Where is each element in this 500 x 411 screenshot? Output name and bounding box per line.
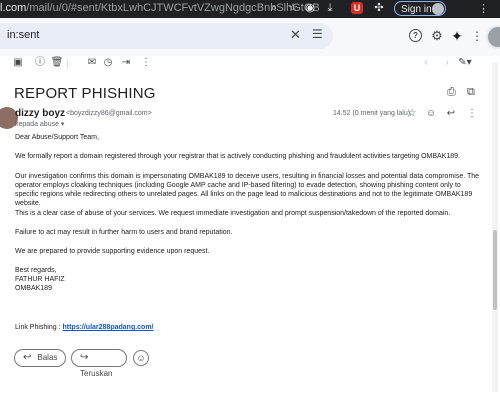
message-toolbar [0, 56, 488, 72]
search-input[interactable]: in:sent [7, 29, 39, 41]
newer-icon[interactable]: ‹ [419, 56, 433, 70]
reply-icon[interactable]: ↩ [445, 108, 457, 120]
toolbar-divider [67, 59, 68, 69]
extension-icon[interactable]: U [351, 2, 363, 14]
delete-icon[interactable]: 🗑 [50, 56, 64, 70]
scrollbar-thumb[interactable] [493, 230, 497, 310]
scrollbar-track[interactable] [492, 62, 498, 392]
open-new-window-icon[interactable]: ⧉ [467, 86, 475, 99]
emoji-reaction-icon[interactable]: ☺ [425, 108, 437, 120]
older-icon[interactable]: › [440, 56, 454, 70]
sign-in-button[interactable]: Sign in [394, 1, 446, 16]
apps-grid-icon[interactable]: ⋮⋮ [471, 29, 495, 43]
more-actions-icon[interactable]: ⋮ [466, 108, 478, 120]
email-paragraph: We are prepared to provide supporting ev… [15, 248, 210, 255]
gemini-icon[interactable]: ✦ [450, 29, 464, 43]
recipient-dropdown[interactable]: kepada abuse ▾ [15, 120, 64, 128]
sender-name: dizzy boyz [15, 108, 66, 119]
email-greeting: Dear Abuse/Support Team, [15, 134, 99, 141]
phishing-link-label: Link Phishing : [15, 324, 63, 331]
puzzle-icon[interactable]: ✣ [372, 1, 386, 15]
email-paragraph: This is a clear case of abuse of your se… [15, 210, 451, 217]
browser-menu-icon[interactable]: ⋮ [478, 2, 489, 15]
email-timestamp: 14.52 (0 menit yang lalu) [333, 110, 411, 117]
clear-search-icon[interactable]: ✕ [290, 27, 301, 43]
emoji-reaction-button[interactable]: ☺ [133, 350, 149, 366]
report-spam-icon[interactable]: ⓘ [33, 56, 47, 70]
reply-icon: ↩ [23, 352, 32, 363]
email-paragraph: Our investigation confirms this domain i… [15, 173, 480, 207]
reply-button[interactable]: ↩ Balas [14, 349, 66, 367]
input-tools-icon[interactable]: ✎▾ [458, 56, 472, 70]
reply-label: Balas [37, 353, 58, 362]
email-paragraph: Failure to act may result in further har… [15, 229, 233, 236]
star-icon[interactable]: ☆ [286, 1, 300, 15]
search-options-icon[interactable]: ☰ [312, 27, 323, 41]
mark-unread-icon[interactable]: ✉ [85, 56, 99, 70]
help-icon[interactable]: ? [409, 29, 422, 42]
print-icon[interactable]: ⎙ [447, 86, 456, 99]
forward-button[interactable]: ↪ Teruskan [71, 349, 127, 378]
settings-gear-icon[interactable]: ⚙ [430, 29, 444, 43]
sign-in-label: Sign in [401, 4, 432, 15]
email-subject: REPORT PHISHING [14, 85, 156, 102]
download-icon[interactable]: ⤓ [323, 1, 337, 15]
more-icon[interactable]: ⋮ [139, 56, 153, 70]
forward-icon: ↪ [80, 352, 89, 363]
signature-line: FATHUR HAFIZ [15, 276, 65, 283]
forward-label: Teruskan [80, 369, 113, 378]
star-icon[interactable]: ☆ [406, 108, 418, 120]
eye-icon[interactable]: ◉ [303, 1, 317, 15]
phishing-link[interactable]: https://ular288padang.com/ [62, 324, 153, 331]
sender-email: <boyzdizzy86@gmail.com> [66, 110, 152, 117]
email-paragraph: We formally report a domain registered t… [15, 153, 460, 160]
signature-line: OMBAK189 [15, 285, 52, 292]
zoom-icon[interactable]: ⌕ [267, 1, 281, 15]
search-bar[interactable]: in:sent ✕ ☰ [0, 23, 333, 49]
url-host: l.com [0, 2, 27, 14]
snooze-icon[interactable]: ◷ [101, 56, 115, 70]
profile-avatar [432, 3, 444, 15]
archive-icon[interactable]: ▣ [11, 56, 25, 70]
move-to-icon[interactable]: ⇥ [119, 56, 133, 70]
phishing-link-line: Link Phishing : https://ular288padang.co… [15, 324, 154, 331]
signature-line: Best regards, [15, 267, 57, 274]
